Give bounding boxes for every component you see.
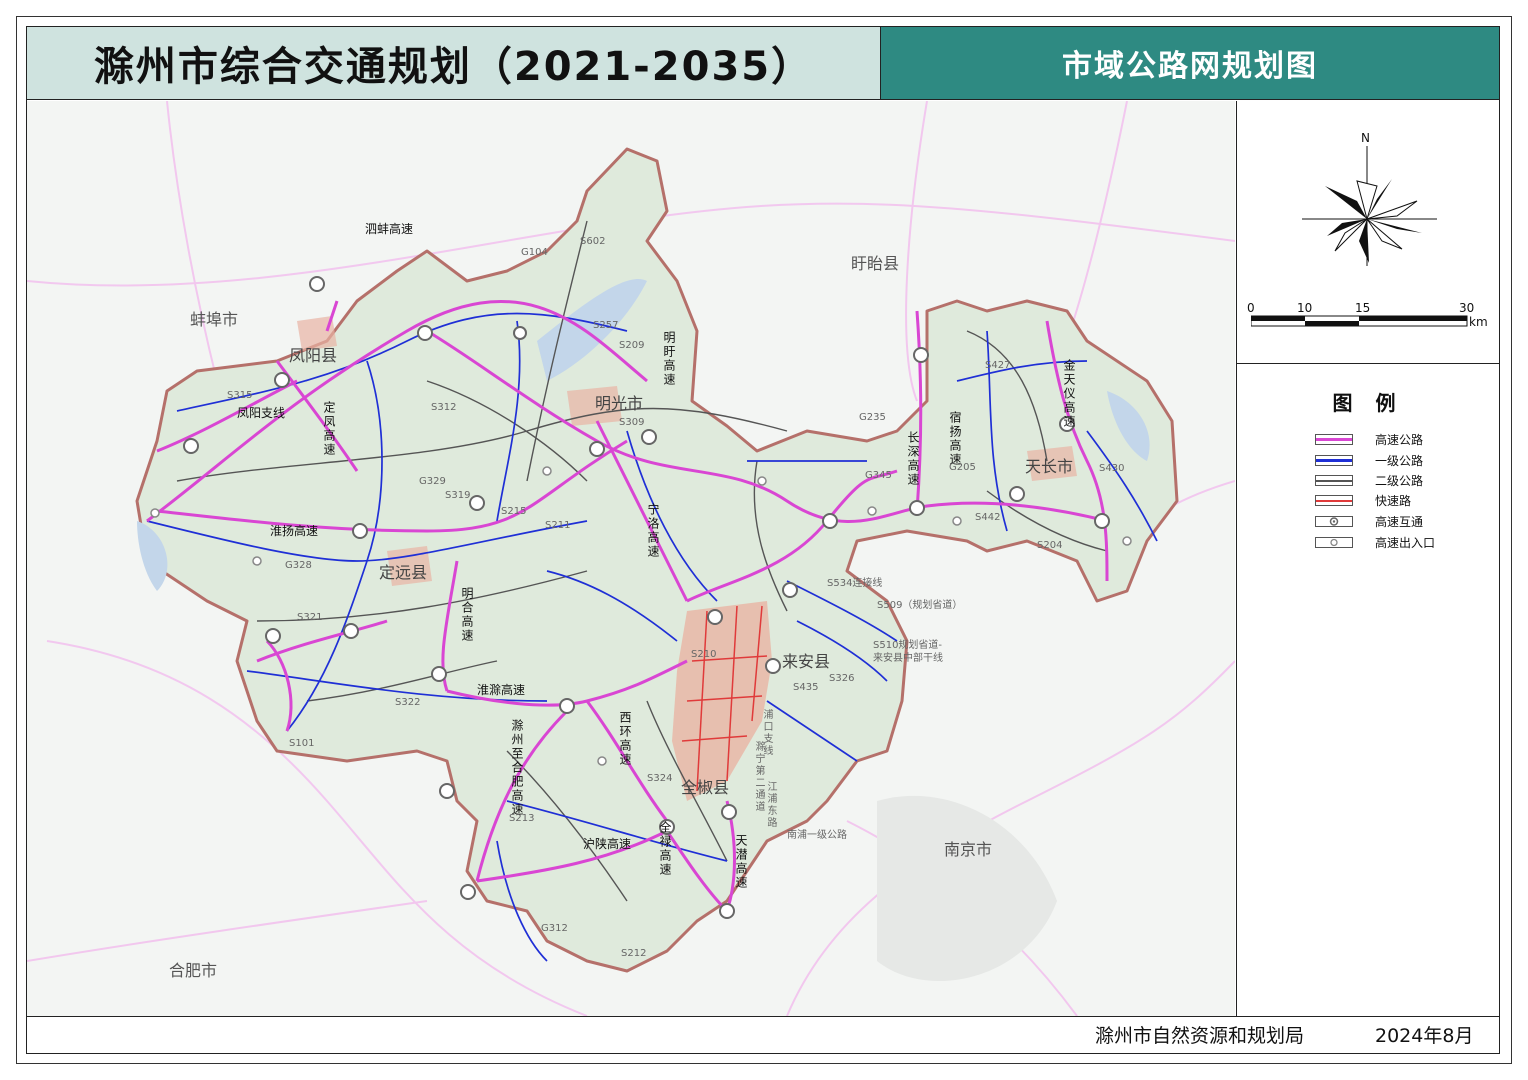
label-jintianyi: 金天仪高速 <box>1062 359 1076 429</box>
compass-rose-icon <box>1302 146 1437 266</box>
map-subtitle: 市域公路网规划图 <box>881 27 1499 100</box>
sidebar-panel: N 0 10 15 30 km 图 例 高速公路 一级公路 二级公路 快速路 高… <box>1236 101 1499 1016</box>
label-g329: G329 <box>419 476 446 487</box>
scale-tick-2: 15 <box>1355 301 1371 315</box>
label-tianchang: 天长市 <box>1025 457 1074 476</box>
label-huaiyang: 淮扬高速 <box>270 524 319 538</box>
label-s204: S204 <box>1037 540 1063 551</box>
map-canvas[interactable]: 蚌埠市 盱眙县 合肥市 南京市 凤阳县 明光市 定远县 来安县 天长市 全椒县 … <box>27 101 1235 1016</box>
legend-label-expressway: 高速公路 <box>1375 432 1424 447</box>
label-chuning: 滁宁第二通道 <box>753 741 764 813</box>
label-hefei: 合肥市 <box>169 961 218 980</box>
label-s215: S215 <box>501 506 527 517</box>
label-s312: S312 <box>431 402 457 413</box>
label-g312: G312 <box>541 923 568 934</box>
label-nanqiao: 南浦一级公路 <box>787 830 847 841</box>
sidebar-divider <box>1237 363 1499 364</box>
label-mingxu: 明盱高速 <box>662 331 676 387</box>
legend-swatch-interchange <box>1315 515 1353 527</box>
label-mingguang: 明光市 <box>595 394 644 413</box>
label-huaichu: 淮滁高速 <box>477 683 526 697</box>
label-sibeng: 泗蚌高速 <box>365 222 414 236</box>
legend-label-first-class: 一级公路 <box>1375 453 1424 468</box>
label-s209: S209 <box>619 340 645 351</box>
label-s509: S509（规划省道） <box>877 600 963 611</box>
legend-label-exit: 高速出入口 <box>1375 535 1436 550</box>
label-g205: G205 <box>949 462 976 473</box>
label-chuquan: 滁州至合肥高速 <box>510 719 524 817</box>
label-s309: S309 <box>619 417 645 428</box>
map-graphic <box>27 101 1235 1016</box>
legend-item-second-class: 二级公路 <box>1315 473 1424 488</box>
label-xuyi: 盱眙县 <box>851 254 900 273</box>
legend-item-first-class: 一级公路 <box>1315 453 1424 468</box>
label-s510b: 来安县中部干线 <box>873 653 943 664</box>
label-quanlu: 全禄高速 <box>658 821 672 877</box>
legend-item-expressway-urban: 快速路 <box>1315 493 1412 508</box>
legend-label-interchange: 高速互通 <box>1375 514 1424 529</box>
scale-unit: km <box>1469 315 1488 329</box>
label-s212: S212 <box>621 948 647 959</box>
legend-label-second-class: 二级公路 <box>1375 473 1424 488</box>
label-s319: S319 <box>445 490 471 501</box>
scale-bar <box>1251 315 1468 327</box>
scale-tick-3: 30 <box>1459 301 1475 315</box>
label-s322: S322 <box>395 697 421 708</box>
label-s321: S321 <box>297 612 323 623</box>
label-bengbu: 蚌埠市 <box>190 310 239 329</box>
label-nanjing: 南京市 <box>944 840 993 859</box>
label-s435: S435 <box>793 682 819 693</box>
label-tianqian: 天潜高速 <box>734 834 748 890</box>
label-g104: G104 <box>521 247 548 258</box>
map-title: 滁州市综合交通规划（2021-2035） <box>27 27 881 100</box>
label-xulai: 宁洛高速 <box>646 503 660 559</box>
label-cufeng: 定凤高速 <box>322 401 336 457</box>
label-s427: S427 <box>985 360 1011 371</box>
label-s257: S257 <box>593 320 619 331</box>
label-quanjiao: 全椒县 <box>681 778 730 797</box>
label-g328: G328 <box>285 560 312 571</box>
label-changshen: 长深高速 <box>906 431 920 487</box>
footer-org: 滁州市自然资源和规划局 <box>1095 1025 1305 1047</box>
label-fengyang: 凤阳县 <box>289 346 338 365</box>
legend-title: 图 例 <box>1332 391 1404 415</box>
label-s430: S430 <box>1099 463 1125 474</box>
scale-tick-1: 10 <box>1297 301 1313 315</box>
legend-item-interchange: 高速互通 <box>1315 514 1424 529</box>
scale-tick-0: 0 <box>1247 301 1255 315</box>
label-xihuan: 西环高速 <box>618 711 632 767</box>
legend-item-expressway: 高速公路 <box>1315 432 1424 447</box>
legend-label-urban-expressway: 快速路 <box>1375 493 1412 508</box>
label-s510: S510规划省道- <box>873 640 943 651</box>
label-hushan: 沪陕高速 <box>583 837 632 851</box>
label-g210: S210 <box>691 649 717 660</box>
label-s101: S101 <box>289 738 315 749</box>
footer-date: 2024年8月 <box>1375 1025 1474 1047</box>
legend-swatch-first-class <box>1315 454 1353 466</box>
label-minghe: 明合高速 <box>460 587 474 643</box>
label-fengyang-branch: 凤阳支线 <box>237 406 286 420</box>
label-s534: S534连接线 <box>827 578 883 589</box>
footer-bar: 滁州市自然资源和规划局 2024年8月 <box>27 1016 1499 1053</box>
label-s602: S602 <box>580 236 606 247</box>
label-s315: S315 <box>227 390 253 401</box>
legend-swatch-urban-expressway <box>1315 494 1353 506</box>
label-s326: S326 <box>829 673 855 684</box>
legend-swatch-expressway <box>1315 433 1353 445</box>
label-laian: 来安县 <box>782 652 831 671</box>
legend-item-exit: 高速出入口 <box>1315 535 1436 550</box>
label-g235: G235 <box>859 412 886 423</box>
label-s211: S211 <box>545 520 571 531</box>
legend-swatch-exit <box>1315 536 1353 548</box>
label-s324: S324 <box>647 773 673 784</box>
label-s442: S442 <box>975 512 1001 523</box>
legend-swatch-second-class <box>1315 474 1353 486</box>
label-huangyang: 宿扬高速 <box>948 411 962 467</box>
label-g345: G345 <box>865 470 892 481</box>
label-dingyuan: 定远县 <box>379 563 428 582</box>
label-s213: S213 <box>509 813 535 824</box>
label-jiangpu: 江浦东路 <box>765 781 776 829</box>
